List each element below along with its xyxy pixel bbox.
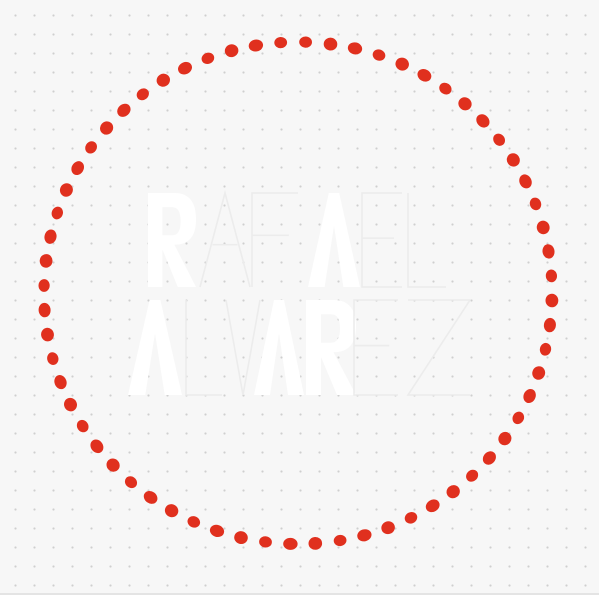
- ring-dot: [446, 485, 460, 499]
- ring-dot: [47, 352, 59, 365]
- ring-dot: [76, 419, 89, 433]
- ring-dot: [209, 524, 225, 538]
- ring-dot: [100, 121, 114, 135]
- ring-dot: [259, 536, 272, 548]
- ring-dot: [466, 469, 479, 482]
- ring-dot: [523, 388, 536, 404]
- ring-dot: [372, 49, 386, 61]
- wordmark-letter: [251, 192, 298, 287]
- ring-dot: [539, 342, 552, 356]
- ring-dot: [543, 317, 556, 333]
- wordmark-letter: [128, 300, 182, 395]
- ring-dot: [532, 366, 546, 380]
- ring-dot: [51, 206, 63, 220]
- ring-dot: [458, 97, 472, 111]
- ring-dot: [512, 411, 525, 425]
- ring-dot: [248, 39, 264, 52]
- ring-dot: [64, 397, 77, 412]
- ring-dot: [90, 439, 104, 454]
- ring-dot: [299, 36, 312, 48]
- wordmark-letter: [406, 299, 472, 396]
- wordmark-letter: [225, 299, 261, 396]
- wordmark-letter: [306, 300, 356, 395]
- ring-dot: [395, 57, 409, 71]
- ring-dot: [39, 254, 53, 268]
- ring-dot: [143, 490, 158, 504]
- logo-graphic: [38, 36, 559, 550]
- ring-dot: [357, 529, 372, 542]
- wordmark-letter: [254, 300, 304, 395]
- ring-dot: [529, 197, 542, 211]
- wordmark-letter: [361, 192, 402, 288]
- ring-dot: [493, 133, 506, 146]
- ring-dot: [156, 73, 170, 87]
- ring-dot: [234, 531, 248, 545]
- wordmark-letter: [148, 193, 196, 287]
- ring-dot: [59, 183, 73, 197]
- ring-dot: [201, 52, 215, 65]
- ring-dot: [54, 375, 67, 390]
- ring-dot: [164, 504, 179, 518]
- wordmark-letter: [308, 193, 360, 287]
- ring-dot: [542, 244, 555, 259]
- ring-dot: [381, 521, 395, 535]
- ring-dot: [38, 302, 51, 318]
- ring-dot: [41, 327, 54, 342]
- ring-dot: [71, 161, 85, 176]
- ring-dot: [323, 37, 338, 51]
- wordmark-letter: [185, 300, 222, 396]
- ring-dot: [439, 82, 452, 95]
- wordmark-letter: [199, 189, 251, 288]
- rafael-alvarez-wordmark: [128, 189, 472, 396]
- ring-dot: [136, 88, 149, 101]
- ring-dot: [224, 44, 239, 58]
- ring-dot: [38, 279, 50, 292]
- ring-dot: [519, 174, 532, 189]
- ring-dot: [187, 516, 201, 528]
- ring-dot: [417, 68, 432, 82]
- ring-dot: [425, 499, 440, 513]
- ring-dot: [283, 537, 298, 550]
- wordmark-letter: [407, 193, 446, 288]
- ring-dot: [117, 103, 131, 117]
- ring-dot: [404, 512, 418, 524]
- ring-dot: [498, 431, 512, 446]
- ring-dot: [124, 476, 138, 489]
- ring-dot: [333, 534, 347, 547]
- ring-dot: [308, 536, 323, 550]
- ring-dot: [536, 220, 550, 235]
- ring-dot: [545, 269, 558, 283]
- ring-dot: [44, 229, 57, 244]
- ring-dot: [178, 61, 192, 75]
- ring-dot: [476, 114, 490, 128]
- ring-dot: [506, 153, 520, 167]
- ring-dot: [545, 293, 559, 308]
- wordmark-letter: [353, 299, 398, 396]
- ring-dot: [85, 141, 97, 154]
- ring-dot: [106, 458, 120, 472]
- dotted-red-ring: [38, 36, 559, 550]
- ring-dot: [274, 36, 288, 49]
- ring-dot: [482, 451, 496, 465]
- ring-dot: [347, 42, 363, 55]
